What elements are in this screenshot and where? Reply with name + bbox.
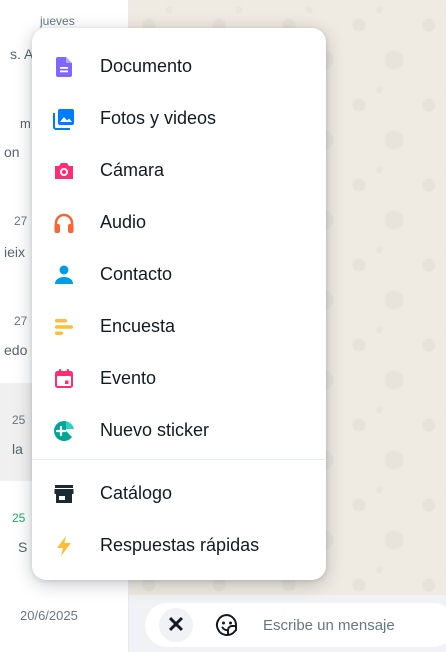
chat-time: 25 <box>12 413 26 427</box>
contact-icon <box>55 265 73 284</box>
menu-divider <box>32 459 326 460</box>
menu-label: Nuevo sticker <box>100 420 210 440</box>
menu-item-fotos-videos[interactable]: Fotos y videos <box>32 93 326 145</box>
menu-label: Encuesta <box>100 316 176 336</box>
headphones-icon <box>54 213 74 233</box>
sticker-add-icon <box>54 421 74 441</box>
chat-snippet: edo <box>4 342 28 358</box>
menu-item-evento[interactable]: Evento <box>32 353 326 405</box>
poll-icon <box>55 319 73 335</box>
chat-snippet: m <box>20 116 31 131</box>
camera-icon <box>55 163 73 179</box>
menu-label: Fotos y videos <box>100 108 217 128</box>
chat-time: jueves <box>40 14 75 28</box>
menu-label: Contacto <box>100 264 173 284</box>
photos-icon <box>53 109 74 130</box>
menu-item-documento[interactable]: Documento <box>32 41 326 93</box>
menu-item-contacto[interactable]: Contacto <box>32 249 326 301</box>
chat-snippet: s. A <box>10 46 34 62</box>
message-composer: ✕ <box>129 595 446 652</box>
menu-item-audio[interactable]: Audio <box>32 197 326 249</box>
menu-label: Catálogo <box>100 483 173 503</box>
menu-item-encuesta[interactable]: Encuesta <box>32 301 326 353</box>
document-icon <box>56 57 72 77</box>
menu-item-catalogo[interactable]: Catálogo <box>32 468 326 520</box>
chat-snippet: on <box>4 144 20 160</box>
chat-snippet: S <box>18 539 28 555</box>
menu-label: Cámara <box>100 160 165 180</box>
attach-menu: Documento Fotos y videos Cámara Audio Co… <box>32 28 326 580</box>
chat-time: 27 <box>14 314 28 328</box>
store-icon <box>54 485 74 503</box>
menu-label: Respuestas rápidas <box>100 535 260 555</box>
menu-label: Documento <box>100 56 193 76</box>
menu-item-nuevo-sticker[interactable]: Nuevo sticker <box>32 405 326 457</box>
sticker-icon[interactable] <box>215 613 239 637</box>
chat-snippet: la <box>12 441 23 457</box>
menu-label: Evento <box>100 368 157 388</box>
close-attach-button[interactable]: ✕ <box>159 608 193 642</box>
chat-snippet: ieix <box>4 244 26 260</box>
menu-item-camara[interactable]: Cámara <box>32 145 326 197</box>
chat-date: 20/6/2025 <box>20 608 78 623</box>
menu-item-respuestas-rapidas[interactable]: Respuestas rápidas <box>32 520 326 572</box>
menu-label: Audio <box>100 212 147 232</box>
chat-time: 27 <box>14 214 28 228</box>
composer-pill: ✕ <box>145 603 446 647</box>
calendar-icon <box>55 369 73 388</box>
message-input[interactable] <box>263 609 443 641</box>
lightning-icon <box>57 536 71 556</box>
chat-time: 25 <box>12 511 26 525</box>
